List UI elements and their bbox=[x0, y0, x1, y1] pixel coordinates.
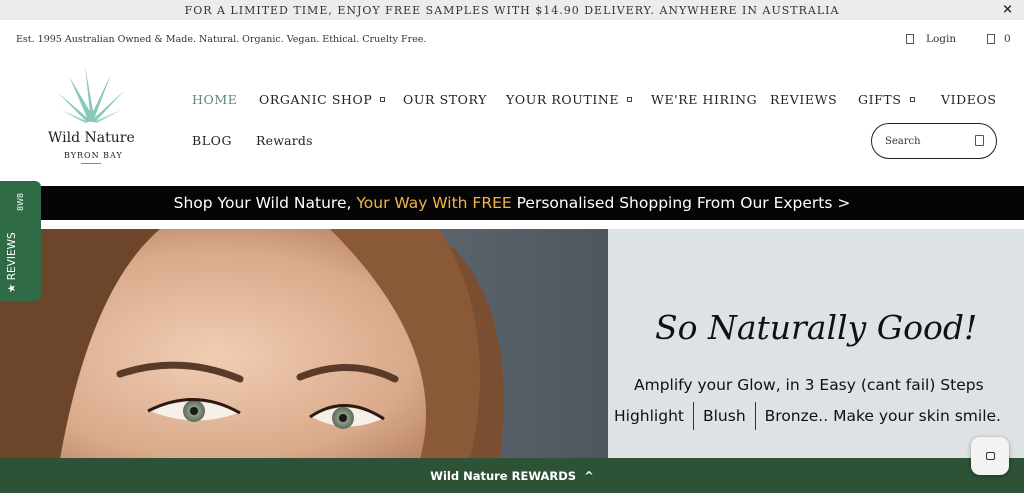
announcement-text: FOR A LIMITED TIME, ENJOY FREE SAMPLES W… bbox=[184, 3, 840, 17]
hero-banner[interactable]: So Naturally Good! Amplify your Glow, in… bbox=[0, 229, 1024, 459]
brand-location: BYRON BAY bbox=[64, 151, 123, 160]
nav-hiring-label: WE'RE HIRING bbox=[651, 92, 758, 107]
promo-text-end: Personalised Shopping From Our Experts > bbox=[511, 194, 851, 212]
nav-home-label: HOME bbox=[192, 92, 238, 107]
nav-our-story-label: OUR STORY bbox=[403, 92, 487, 107]
nav-organic-shop[interactable]: ORGANIC SHOP bbox=[259, 92, 386, 107]
nav-videos[interactable]: VIDEOS bbox=[941, 92, 997, 107]
aloe-logo-icon bbox=[57, 66, 125, 123]
search-icon[interactable] bbox=[975, 135, 984, 146]
step-divider bbox=[754, 402, 756, 430]
nav-gifts[interactable]: GIFTS bbox=[858, 92, 915, 107]
hero-step-highlight: Highlight bbox=[614, 407, 684, 425]
reviews-tab-label: ★ REVIEWS bbox=[6, 232, 18, 293]
nav-gifts-label: GIFTS bbox=[858, 92, 902, 107]
reviews-tab[interactable]: ★ REVIEWS 8W8 bbox=[0, 181, 41, 301]
chevron-down-icon bbox=[380, 97, 386, 102]
rewards-bar[interactable]: Wild Nature REWARDS ^ bbox=[0, 458, 1024, 493]
user-icon bbox=[906, 34, 914, 44]
nav-videos-label: VIDEOS bbox=[941, 92, 997, 107]
close-icon[interactable]: × bbox=[1002, 2, 1014, 17]
nav-organic-shop-label: ORGANIC SHOP bbox=[259, 92, 373, 107]
hero-text-panel: So Naturally Good! Amplify your Glow, in… bbox=[608, 229, 1024, 459]
rewards-label: Wild Nature REWARDS bbox=[430, 468, 577, 483]
nav-blog[interactable]: BLOG bbox=[192, 133, 232, 148]
promo-text-start: Shop Your Wild Nature, bbox=[173, 194, 357, 212]
hero-subtitle: Amplify your Glow, in 3 Easy (cant fail)… bbox=[634, 376, 984, 394]
nav-hiring[interactable]: WE'RE HIRING bbox=[651, 92, 757, 107]
promo-text-highlight: Your Way With FREE bbox=[356, 194, 512, 212]
chevron-down-icon bbox=[909, 97, 915, 102]
hero-step-blush: Blush bbox=[702, 407, 746, 425]
brand-name: Wild Nature bbox=[48, 130, 135, 146]
chat-button[interactable] bbox=[971, 437, 1009, 475]
search-input[interactable]: Search bbox=[871, 123, 997, 159]
nav-your-routine[interactable]: YOUR ROUTINE bbox=[506, 92, 633, 107]
cart-count: 0 bbox=[1004, 33, 1011, 45]
hero-step-bronze: Bronze.. Make your skin smile. bbox=[764, 407, 1001, 425]
login-label: Login bbox=[926, 33, 957, 45]
cart-link[interactable]: 0 bbox=[987, 33, 1011, 45]
promo-banner[interactable]: Shop Your Wild Nature, Your Way With FRE… bbox=[0, 186, 1024, 220]
search-placeholder: Search bbox=[885, 135, 921, 147]
brand-divider bbox=[81, 163, 101, 164]
hero-photo bbox=[0, 229, 608, 459]
cart-icon bbox=[987, 34, 995, 44]
nav-our-story[interactable]: OUR STORY bbox=[403, 92, 487, 107]
nav-reviews[interactable]: REVIEWS bbox=[770, 92, 837, 107]
hero-steps: Highlight Blush Bronze.. Make your skin … bbox=[614, 402, 1001, 430]
nav-home[interactable]: HOME bbox=[192, 92, 237, 107]
tagline: Est. 1995 Australian Owned & Made. Natur… bbox=[16, 34, 427, 45]
step-divider bbox=[692, 402, 694, 430]
model-face-image bbox=[0, 229, 608, 459]
nav-your-routine-label: YOUR ROUTINE bbox=[506, 92, 620, 107]
nav-reviews-label: REVIEWS bbox=[770, 92, 838, 107]
chevron-up-icon: ^ bbox=[584, 468, 594, 483]
utility-bar: Est. 1995 Australian Owned & Made. Natur… bbox=[0, 26, 1024, 52]
reviews-tab-count: 8W8 bbox=[16, 192, 25, 211]
chevron-down-icon bbox=[627, 97, 633, 102]
announcement-bar: FOR A LIMITED TIME, ENJOY FREE SAMPLES W… bbox=[0, 0, 1024, 20]
nav-rewards[interactable]: Rewards bbox=[256, 133, 313, 148]
nav-rewards-label: Rewards bbox=[256, 133, 313, 148]
hero-title: So Naturally Good! bbox=[655, 308, 978, 347]
nav-blog-label: BLOG bbox=[192, 133, 233, 148]
chat-icon bbox=[985, 452, 995, 460]
login-link[interactable]: Login bbox=[906, 33, 956, 45]
logo[interactable]: Wild Nature BYRON BAY bbox=[45, 62, 137, 168]
